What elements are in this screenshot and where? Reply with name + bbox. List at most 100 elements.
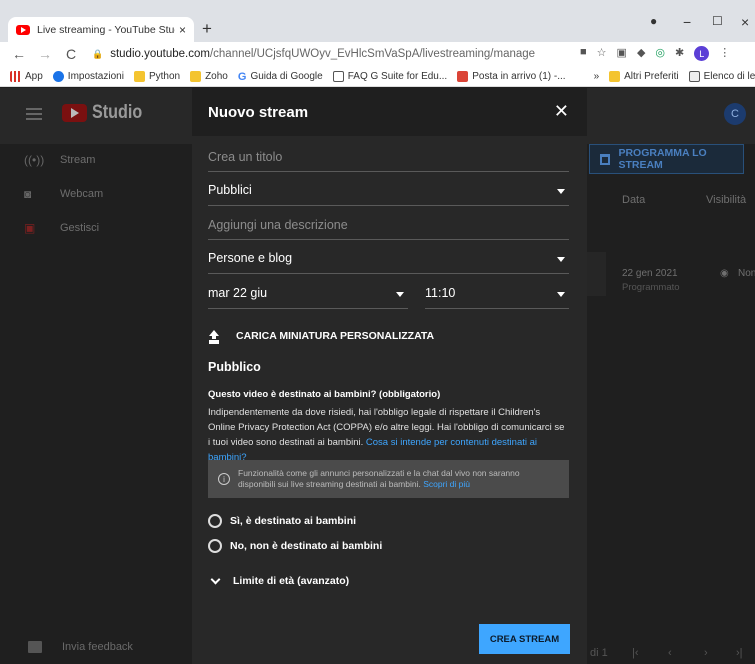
info-icon: i <box>218 473 230 485</box>
category-value: Persone e blog <box>208 251 293 265</box>
address-bar-row: ← → C 🔒 studio.youtube.com/channel/UCjsf… <box>0 42 755 66</box>
radio-circle[interactable] <box>208 514 222 528</box>
category-select[interactable]: Persone e blog <box>208 244 569 274</box>
bookmark-posta[interactable]: Posta in arrivo (1) -... <box>457 70 566 82</box>
schedule-stream-button[interactable]: PROGRAMMA LO STREAM <box>589 144 744 174</box>
audience-value: Pubblici <box>208 183 252 197</box>
bookmarks-overflow-icon[interactable]: » <box>594 71 600 82</box>
folder-icon <box>133 70 145 82</box>
document-icon <box>332 70 344 82</box>
cast-icon[interactable]: ■ <box>580 46 587 61</box>
close-window-icon[interactable]: × <box>741 14 749 30</box>
radio-made-for-kids-no[interactable]: No, non è destinato ai bambini <box>208 539 382 553</box>
audience-section-title: Pubblico <box>208 360 261 374</box>
row-visibility: Non <box>738 268 755 279</box>
bookmarks-bar: App Impostazioni Python Zoho G Guida di G… <box>0 66 755 87</box>
bookmark-guida-google[interactable]: G Guida di Google <box>237 70 323 83</box>
minimize-window-icon[interactable]: − <box>683 14 691 30</box>
browser-menu-icon[interactable]: ⋮ <box>719 46 730 61</box>
description-field[interactable] <box>208 210 569 240</box>
gear-icon <box>52 70 64 82</box>
stream-thumbnail <box>586 252 606 296</box>
media-control-icon[interactable]: ● <box>650 14 657 28</box>
profile-avatar[interactable]: L <box>694 46 710 61</box>
bookmark-zoho[interactable]: Zoho <box>190 70 228 82</box>
extension-a-icon[interactable]: ▣ <box>617 46 627 61</box>
reading-list-icon <box>688 70 700 82</box>
prev-page-icon[interactable]: ‹ <box>668 647 672 659</box>
tab-title: Live streaming - YouTube Studio <box>37 23 175 36</box>
new-tab-icon[interactable]: + <box>202 19 212 39</box>
apps-grid-icon <box>10 70 21 82</box>
bookmark-faq-gsuite[interactable]: FAQ G Suite for Edu... <box>332 70 447 82</box>
age-restriction-expander[interactable]: Limite di età (avanzato) <box>210 574 349 587</box>
upload-icon <box>208 330 220 342</box>
google-icon: G <box>237 70 247 83</box>
column-header-visibility: Visibilità <box>706 194 747 206</box>
radio-made-for-kids-yes[interactable]: Sì, è destinato ai bambini <box>208 514 356 528</box>
description-input[interactable] <box>208 210 569 239</box>
reload-icon[interactable]: C <box>64 46 78 62</box>
sidebar-item-gestisci[interactable]: ▣ Gestisci <box>0 211 190 245</box>
title-field[interactable] <box>208 142 569 172</box>
camera-icon: ◙ <box>24 187 32 201</box>
radio-circle[interactable] <box>208 539 222 553</box>
chevron-down-icon <box>557 292 565 297</box>
made-for-kids-question: Questo video è destinato ai bambini? (ob… <box>208 389 441 400</box>
date-value: mar 22 giu <box>208 286 268 300</box>
send-feedback-link[interactable]: Invia feedback <box>28 641 133 653</box>
kids-features-notice: i Funzionalità come gli annunci personal… <box>208 460 569 498</box>
tab-close-icon[interactable]: × <box>179 23 186 37</box>
youtube-favicon-icon <box>16 24 30 35</box>
bookmark-altri-preferiti[interactable]: Altri Preferiti <box>609 70 679 82</box>
dialog-title: Nuovo stream <box>208 103 309 121</box>
chevron-down-icon <box>210 574 221 584</box>
bookmark-app[interactable]: App <box>10 70 43 82</box>
feedback-icon <box>28 641 42 653</box>
maximize-window-icon[interactable]: ☐ <box>712 14 723 28</box>
forward-icon[interactable]: → <box>38 46 52 62</box>
last-page-icon[interactable]: ›| <box>736 647 743 659</box>
studio-logo-text: Studio <box>92 102 143 123</box>
dialog-header: Nuovo stream ✕ <box>192 88 587 136</box>
back-icon[interactable]: ← <box>12 46 26 62</box>
chevron-down-icon <box>557 257 565 262</box>
date-select[interactable]: mar 22 giu <box>208 279 408 309</box>
upload-thumbnail-button[interactable]: CARICA MINIATURA PERSONALIZZATA <box>208 330 434 342</box>
url-host: studio.youtube.com <box>110 48 210 60</box>
learn-more-link[interactable]: Scopri di più <box>423 479 470 489</box>
folder-icon <box>609 70 621 82</box>
browser-tab-active[interactable]: Live streaming - YouTube Studio × <box>8 17 194 42</box>
calendar-icon <box>600 153 611 165</box>
create-stream-button[interactable]: CREA STREAM <box>479 624 570 654</box>
extensions-puzzle-icon[interactable]: ✱ <box>675 46 684 61</box>
time-select[interactable]: 11:10 <box>425 279 569 309</box>
url-path: /channel/UCjsfqUWOyv_EvHlcSmVaSpA/livest… <box>209 48 536 60</box>
bookmark-python[interactable]: Python <box>133 70 180 82</box>
bookmark-impostazioni[interactable]: Impostazioni <box>52 70 124 82</box>
youtube-logo-icon <box>62 104 87 122</box>
chevron-down-icon <box>396 292 404 297</box>
star-icon[interactable]: ☆ <box>597 46 607 61</box>
sidebar-item-stream[interactable]: ((•)) Stream <box>0 143 190 177</box>
lock-icon: 🔒 <box>92 48 104 59</box>
next-page-icon[interactable]: › <box>704 647 708 659</box>
extension-c-icon[interactable]: ◎ <box>655 46 665 61</box>
browser-tab-bar: Live streaming - YouTube Studio × + ● − … <box>0 0 755 42</box>
column-header-data: Data <box>622 194 646 206</box>
title-input[interactable] <box>208 142 569 171</box>
folder-icon <box>190 70 202 82</box>
audience-select[interactable]: Pubblici <box>208 176 569 206</box>
time-value: 11:10 <box>425 286 456 300</box>
eye-icon: ◉ <box>720 268 729 279</box>
close-icon[interactable]: ✕ <box>554 101 569 122</box>
coppa-explanation: Indipendentemente da dove risiedi, hai l… <box>208 407 565 463</box>
hamburger-menu-icon[interactable] <box>26 108 42 120</box>
first-page-icon[interactable]: |‹ <box>632 647 639 659</box>
pager-count: di 1 <box>590 647 608 659</box>
account-avatar[interactable]: C <box>724 103 746 125</box>
bookmark-elenco-lettura[interactable]: Elenco di lettura <box>688 70 755 82</box>
sidebar-item-webcam[interactable]: ◙ Webcam <box>0 177 190 211</box>
extension-b-icon[interactable]: ◆ <box>637 46 645 61</box>
url-field[interactable]: 🔒 studio.youtube.com/channel/UCjsfqUWOyv… <box>92 44 572 64</box>
